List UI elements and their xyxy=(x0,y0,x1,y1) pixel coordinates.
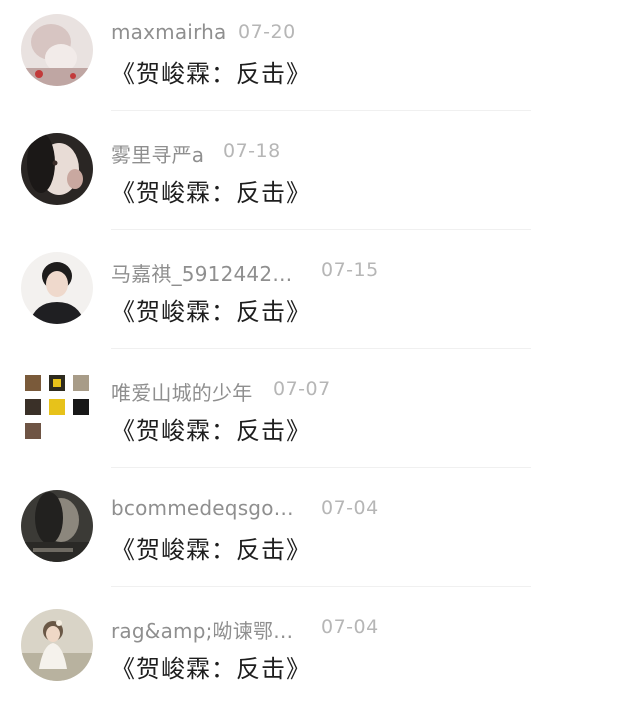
comment-meta: maxmairha 07-20 xyxy=(111,20,631,50)
comment-meta: 唯爱山城的少年 07-07 xyxy=(111,377,631,407)
comment-row[interactable]: 雾里寻严a 07-18 《贺峻霖：反击》 xyxy=(0,119,640,238)
row-divider xyxy=(111,110,531,111)
comment-row[interactable]: rag&amp;呦谏鄂… 07-04 《贺峻霖：反击》 xyxy=(0,595,640,713)
user-avatar[interactable] xyxy=(21,371,93,443)
comment-text: 《贺峻霖：反击》 xyxy=(111,60,311,88)
comment-meta: rag&amp;呦谏鄂… 07-04 xyxy=(111,615,631,645)
comment-list: maxmairha 07-20 《贺峻霖：反击》 雾里寻严a 07-18 《贺峻… xyxy=(0,0,640,713)
comment-meta: 雾里寻严a 07-18 xyxy=(111,139,631,169)
row-divider xyxy=(111,467,531,468)
user-avatar[interactable] xyxy=(21,252,93,324)
comment-row[interactable]: maxmairha 07-20 《贺峻霖：反击》 xyxy=(0,0,640,119)
comment-date: 07-20 xyxy=(238,21,296,43)
row-divider xyxy=(111,229,531,230)
comment-date: 07-15 xyxy=(321,259,379,281)
comment-date: 07-07 xyxy=(273,378,331,400)
username[interactable]: 唯爱山城的少年 xyxy=(111,377,252,406)
username[interactable]: maxmairha xyxy=(111,20,226,44)
row-divider xyxy=(111,586,531,587)
comment-text: 《贺峻霖：反击》 xyxy=(111,536,311,564)
username[interactable]: 马嘉祺_5912442… xyxy=(111,258,292,287)
comment-text: 《贺峻霖：反击》 xyxy=(111,298,311,326)
comment-meta: bcommedeqsgo… 07-04 xyxy=(111,496,631,526)
comment-meta: 马嘉祺_5912442… 07-15 xyxy=(111,258,631,288)
user-avatar[interactable] xyxy=(21,14,93,86)
username[interactable]: rag&amp;呦谏鄂… xyxy=(111,615,293,644)
comment-text: 《贺峻霖：反击》 xyxy=(111,655,311,683)
comment-date: 07-18 xyxy=(223,140,281,162)
user-avatar[interactable] xyxy=(21,609,93,681)
comment-date: 07-04 xyxy=(321,497,379,519)
comment-row[interactable]: 唯爱山城的少年 07-07 《贺峻霖：反击》 xyxy=(0,357,640,476)
comment-row[interactable]: 马嘉祺_5912442… 07-15 《贺峻霖：反击》 xyxy=(0,238,640,357)
user-avatar[interactable] xyxy=(21,490,93,562)
username[interactable]: 雾里寻严a xyxy=(111,139,204,168)
comment-row[interactable]: bcommedeqsgo… 07-04 《贺峻霖：反击》 xyxy=(0,476,640,595)
comment-date: 07-04 xyxy=(321,616,379,638)
row-divider xyxy=(111,348,531,349)
user-avatar[interactable] xyxy=(21,133,93,205)
comment-text: 《贺峻霖：反击》 xyxy=(111,179,311,207)
comment-text: 《贺峻霖：反击》 xyxy=(111,417,311,445)
username[interactable]: bcommedeqsgo… xyxy=(111,496,294,520)
